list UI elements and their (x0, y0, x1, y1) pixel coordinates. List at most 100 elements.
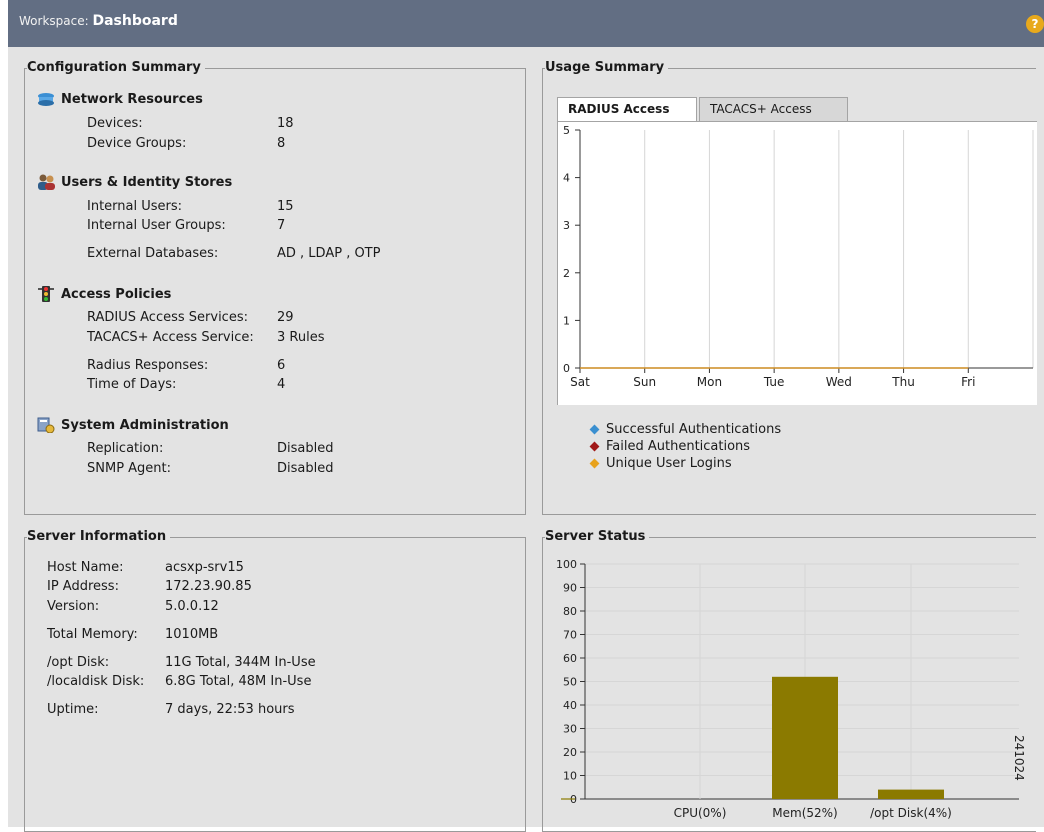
y-tick-label: 100 (556, 558, 577, 571)
legend-label: Successful Authentications (606, 422, 782, 437)
legend-marker (589, 441, 600, 452)
server-status-panel: Server Status 0102030405060708090100CPU(… (542, 529, 1036, 832)
x-tick-label: Wed (826, 375, 852, 389)
time-of-days-value: 4 (277, 377, 286, 392)
internal-user-groups-label: Internal User Groups: (87, 218, 226, 233)
x-tick-label: Tue (763, 375, 785, 389)
device-groups-value: 8 (277, 136, 286, 151)
tab-tacacs-access[interactable]: TACACS+ Access (699, 97, 848, 121)
opt-disk-value: 11G Total, 344M In-Use (165, 655, 316, 670)
time-of-days-label: Time of Days: (87, 377, 177, 392)
x-tick-label: Sat (570, 375, 590, 389)
devices-label: Devices: (87, 116, 143, 131)
tacacs-access-service-label: TACACS+ Access Service: (87, 330, 254, 345)
uptime-label: Uptime: (47, 702, 99, 717)
version-label: Version: (47, 599, 100, 614)
y-tick-label: 5 (563, 124, 570, 137)
x-tick-label: Mem(52%) (772, 806, 837, 820)
server-status-bar-chart: 0102030405060708090100CPU(0%)Mem(52%)/op… (556, 558, 1019, 820)
y-tick-label: 90 (563, 582, 577, 595)
usage-chart-area: Sat Sun Mon Tue Wed Thu Fri 0 1 2 3 4 5 (557, 121, 1037, 405)
y-tick-label: 4 (563, 172, 570, 185)
y-tick-label: 60 (563, 652, 577, 665)
ip-address-label: IP Address: (47, 579, 119, 594)
localdisk-disk-label: /localdisk Disk: (47, 674, 145, 689)
host-name-label: Host Name: (47, 560, 124, 575)
y-tick-label: 2 (563, 267, 570, 280)
workspace-title: Workspace: Dashboard (19, 13, 178, 29)
y-tick-label: 20 (563, 746, 577, 759)
host-name-value: acsxp-srv15 (165, 560, 244, 575)
y-tick-label: 1 (563, 314, 570, 327)
x-tick-label: /opt Disk(4%) (870, 806, 952, 820)
help-icon[interactable]: ? (1026, 15, 1044, 33)
users-identity-title: Users & Identity Stores (61, 174, 233, 190)
legend-label: Unique User Logins (606, 456, 732, 471)
x-tick-label: CPU(0%) (674, 806, 727, 820)
system-administration-header: System Administration (37, 417, 229, 434)
total-memory-label: Total Memory: (47, 627, 138, 642)
traffic-light-icon (37, 286, 55, 302)
server-information-title: Server Information (27, 529, 171, 545)
users-icon (37, 174, 55, 190)
x-tick-label: Mon (697, 375, 722, 389)
usage-summary-title: Usage Summary (545, 60, 669, 76)
y-tick-label: 0 (563, 362, 570, 375)
uptime-value: 7 days, 22:53 hours (165, 702, 295, 717)
network-resources-title: Network Resources (61, 91, 203, 107)
legend-marker (589, 458, 600, 469)
y-tick-label: 40 (563, 699, 577, 712)
localdisk-disk-value: 6.8G Total, 48M In-Use (165, 674, 312, 689)
snmp-agent-value: Disabled (277, 461, 334, 476)
network-icon (37, 91, 55, 107)
server-status-title: Server Status (545, 529, 650, 545)
internal-user-groups-value: 7 (277, 218, 286, 233)
external-databases-value: AD , LDAP , OTP (277, 246, 381, 261)
figure-id-label: 241024 (1012, 735, 1026, 781)
snmp-agent-label: SNMP Agent: (87, 461, 172, 476)
devices-value: 18 (277, 116, 294, 131)
tacacs-access-service-value: 3 Rules (277, 330, 325, 345)
x-tick-label: Sun (633, 375, 656, 389)
network-resources-header: Network Resources (37, 91, 203, 107)
version-value: 5.0.0.12 (165, 599, 219, 614)
configuration-summary-panel: Configuration Summary Network Resources … (24, 60, 526, 515)
external-databases-label: External Databases: (87, 246, 219, 261)
y-tick-label: 70 (563, 629, 577, 642)
workspace-name: Dashboard (92, 13, 178, 29)
radius-responses-value: 6 (277, 358, 286, 373)
radius-responses-label: Radius Responses: (87, 358, 209, 373)
x-tick-label: Fri (961, 375, 975, 389)
legend-item: Unique User Logins (589, 456, 732, 471)
bar (772, 676, 838, 799)
workspace-prefix: Workspace: (19, 14, 89, 28)
tab-radius-access[interactable]: RADIUS Access (557, 97, 697, 122)
device-groups-label: Device Groups: (87, 136, 187, 151)
server-information-panel: Server Information Host Name: acsxp-srv1… (24, 529, 526, 832)
system-admin-icon (37, 417, 55, 434)
legend-item: Successful Authentications (589, 422, 782, 437)
replication-value: Disabled (277, 441, 334, 456)
legend-item: Failed Authentications (589, 439, 751, 454)
opt-disk-label: /opt Disk: (47, 655, 110, 670)
y-tick-label: 80 (563, 605, 577, 618)
system-administration-title: System Administration (61, 417, 229, 433)
legend-marker (589, 424, 600, 435)
y-tick-label: 50 (563, 676, 577, 689)
internal-users-value: 15 (277, 199, 294, 214)
y-tick-label: 10 (563, 770, 577, 783)
y-tick-label: 3 (563, 219, 570, 232)
configuration-summary-title: Configuration Summary (27, 60, 205, 76)
usage-line-chart: Sat Sun Mon Tue Wed Thu Fri 0 1 2 3 4 5 (563, 124, 1034, 389)
ip-address-value: 172.23.90.85 (165, 579, 252, 594)
replication-label: Replication: (87, 441, 164, 456)
radius-access-services-label: RADIUS Access Services: (87, 310, 248, 325)
x-tick-label: Thu (891, 375, 915, 389)
workspace-header: Workspace: Dashboard (8, 0, 1044, 47)
usage-summary-panel: Usage Summary RADIUS Access TACACS+ Acce… (542, 60, 1037, 515)
internal-users-label: Internal Users: (87, 199, 183, 214)
legend-label: Failed Authentications (606, 439, 751, 454)
y-tick-label: 30 (563, 723, 577, 736)
access-policies-header: Access Policies (37, 286, 171, 302)
bar (878, 789, 944, 799)
